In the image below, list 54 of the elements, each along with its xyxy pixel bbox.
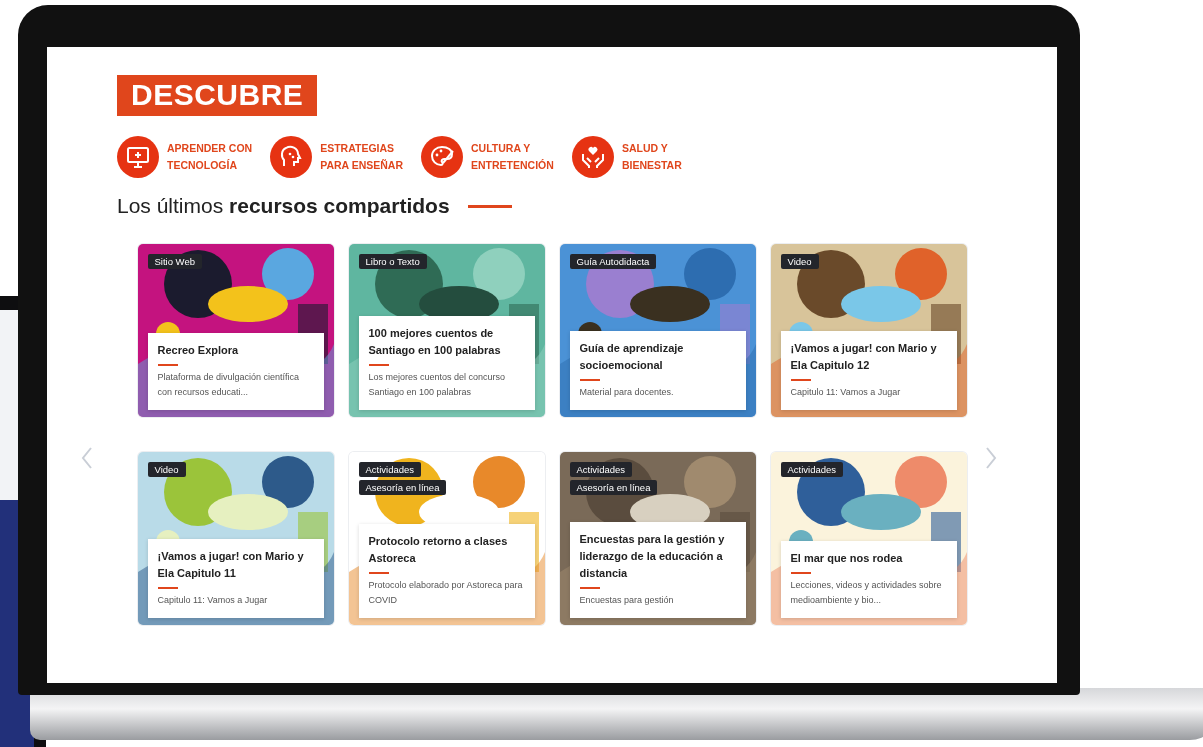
accent-line [368,364,389,366]
resource-card[interactable]: Actividades Asesoría en línea Protocolo retorno a clases Astoreca Protocolo elaborado por Astoreca para COVID [348,452,545,625]
accent-line [790,572,811,574]
category-tag: Sitio Web [147,254,202,269]
section-heading: Los últimos recursos compartidos [117,194,450,218]
card-description: Plataforma de divulgación científica con recursos educati... [157,371,301,399]
category-tag: Libro o Texto [358,254,427,269]
card-description: Los mejores cuentos del concurso Santiago en 100 palabras [368,371,507,399]
category-tag: Actividades [569,462,633,477]
palette-icon [421,136,464,178]
resource-card[interactable]: Guía Autodidacta Guía de aprendizaje socioemocional Material para docentes. [559,244,756,417]
chevron-right-icon [985,446,997,470]
category-link[interactable]: ESTRATEGIAS PARA ENSEÑAR [270,136,408,178]
card-title: El mar que nos rodea [790,551,904,566]
accent-line [368,572,389,574]
category-tag: Guía Autodidacta [569,254,657,269]
card-title: Encuestas para la gestión y liderazgo de la educación a distancia [579,532,726,581]
card-description: Material para docentes. [579,386,675,399]
resource-card[interactable]: Video ¡Vamos a jugar! con Mario y Ela Capitulo 11 Capitulo 11: Vamos a Jugar [137,452,334,625]
card-description: Encuestas para gestión [579,594,675,607]
category-tag: Video [147,462,186,477]
card-description: Capitulo 11: Vamos a Jugar [790,386,902,399]
accent-line [467,204,512,208]
category-tag: Video [780,254,819,269]
chevron-left-icon [81,446,93,470]
card-description: Lecciones, videos y actividades sobre medioambiente y bio... [790,579,943,607]
accent-line [579,587,600,589]
category-link[interactable]: CULTURA Y ENTRETENCIÓN [421,136,558,178]
card-description: Protocolo elaborado por Astoreca para COVID [368,579,524,607]
accent-line [157,364,178,366]
card-title: Recreo Explora [157,343,240,358]
card-title: ¡Vamos a jugar! con Mario y Ela Capitulo 12 [790,341,938,373]
card-title: Guía de aprendizaje socioemocional [579,341,685,373]
accent-line [157,587,178,589]
category-tag: Actividades [358,462,422,477]
resource-card[interactable]: Sitio Web Recreo Explora Plataforma de divulgación científica con recursos educati... [137,244,334,417]
accent-line [790,379,811,381]
resource-card[interactable]: Video ¡Vamos a jugar! con Mario y Ela Capitulo 12 Capitulo 11: Vamos a Jugar [770,244,967,417]
resource-card[interactable]: Libro o Texto 100 mejores cuentos de Santiago en 100 palabras Los mejores cuentos del concurso Santiago en 100 palabras [348,244,545,417]
card-title: ¡Vamos a jugar! con Mario y Ela Capitulo 11 [157,549,305,581]
head-icon [270,136,313,178]
monitor-icon [117,136,159,178]
card-title: Protocolo retorno a clases Astoreca [368,534,509,566]
category-tag: Asesoría en línea [569,480,658,495]
card-description: Capitulo 11: Vamos a Jugar [157,594,269,607]
category-link[interactable]: APRENDER CON TECNOLOGÍA [117,136,257,178]
card-title: 100 mejores cuentos de Santiago en 100 palabras [368,326,502,358]
section-title: DESCUBRE [117,75,318,116]
category-tag: Actividades [780,462,844,477]
category-link[interactable]: SALUD Y BIENESTAR [571,136,686,178]
resource-card[interactable]: Actividades Asesoría en línea Encuestas para la gestión y liderazgo de la educación a distancia Encuestas para gestión [559,452,756,625]
accent-line [579,379,600,381]
category-tag: Asesoría en línea [358,480,447,495]
resource-card[interactable]: Actividades El mar que nos rodea Lecciones, videos y actividades sobre medioambiente y bio... [770,452,967,625]
